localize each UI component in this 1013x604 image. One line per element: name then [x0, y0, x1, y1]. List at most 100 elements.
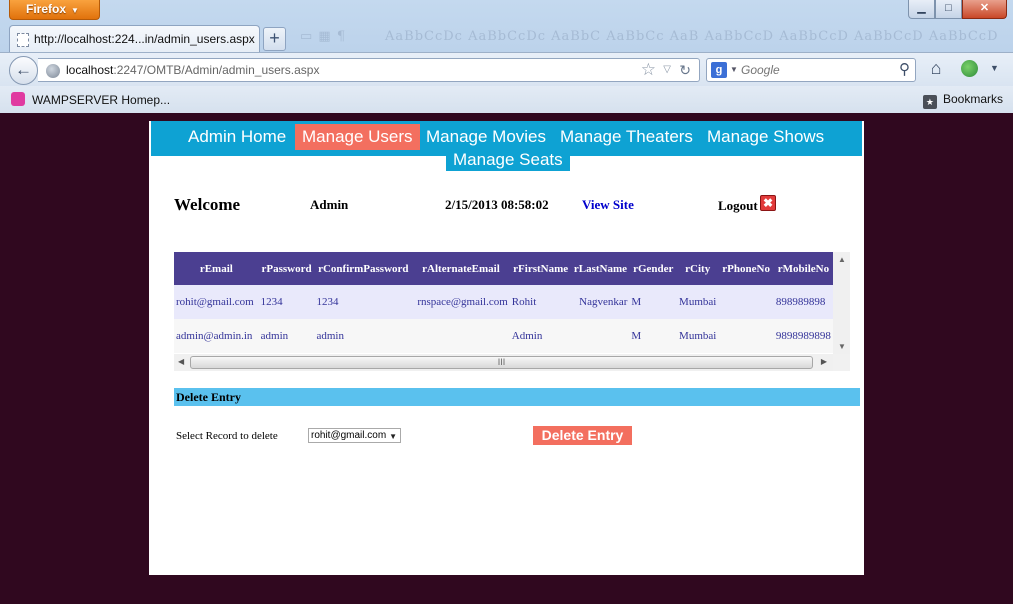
wampserver-icon [11, 92, 25, 106]
table-cell: admin [314, 319, 413, 353]
globe-icon [46, 64, 60, 78]
page-icon [17, 33, 29, 47]
record-select-dropdown[interactable]: rohit@gmail.com ▼ [308, 428, 401, 443]
url-path: :2247/OMTB/Admin/admin_users.aspx [113, 63, 320, 77]
column-header: rLastName [571, 252, 630, 285]
table-cell [571, 319, 630, 353]
menu-item-manage-shows[interactable]: Manage Shows [700, 124, 831, 150]
search-icon[interactable]: ⚲ [899, 60, 910, 78]
minimize-button[interactable]: ▁ [908, 0, 935, 19]
scrollbar-thumb[interactable]: III [190, 356, 813, 369]
bookmark-star-icon[interactable]: ☆ [641, 60, 656, 80]
new-tab-button[interactable]: + [263, 27, 286, 51]
horizontal-scrollbar[interactable]: ◀ III ▶ [174, 354, 833, 371]
logout-close-icon[interactable]: ✖ [760, 195, 776, 211]
logout-link[interactable]: Logout [718, 198, 758, 214]
url-text: localhost:2247/OMTB/Admin/admin_users.as… [66, 63, 319, 77]
username-text: Admin [310, 197, 349, 212]
back-button[interactable]: ← [9, 56, 38, 85]
page-viewport: Admin Home Manage Users Manage Movies Ma… [7, 114, 1006, 600]
column-header: rCity [677, 252, 719, 285]
close-window-button[interactable]: ✕ [962, 0, 1007, 19]
table-cell: 898989898 [773, 285, 833, 319]
table-cell [718, 285, 774, 319]
firefox-menu-label: Firefox [26, 2, 67, 16]
column-header: rFirstName [509, 252, 572, 285]
tab-strip: ▭ ▦ ¶ AaBbCcDc AaBbCcDc AaBbC AaBbCc AaB… [0, 22, 1013, 53]
table-cell: 9898989898 [773, 319, 833, 353]
table-cell: admin@admin.in [174, 319, 259, 353]
bookmarks-icon: ★ [922, 95, 937, 109]
menu-item-manage-users[interactable]: Manage Users [295, 124, 420, 150]
scroll-right-icon[interactable]: ▶ [821, 357, 827, 366]
background-glyph: ▭ ▦ ¶ [300, 29, 347, 44]
table-cell: Rohit [509, 285, 572, 319]
menu-item-admin-home[interactable]: Admin Home [181, 124, 293, 150]
window-controls: ▁ □ ✕ [908, 0, 1007, 19]
table-cell: admin [258, 319, 315, 353]
table-header-row: rEmail rPassword rConfirmPassword rAlter… [174, 252, 833, 285]
chevron-down-icon[interactable]: ▼ [990, 63, 999, 73]
history-dropdown-icon[interactable]: ▽ [663, 64, 671, 75]
bookmarks-menu-button[interactable]: ★ Bookmarks [922, 92, 1003, 109]
column-header: rMobileNo [773, 252, 833, 285]
navigation-bar: ← localhost:2247/OMTB/Admin/admin_users.… [0, 52, 1013, 86]
column-header: rEmail [174, 252, 259, 285]
browser-tab[interactable]: http://localhost:224...in/admin_users.as… [9, 25, 260, 53]
home-icon[interactable]: ⌂ [925, 58, 947, 80]
browser-chrome: Firefox ▼ ▁ □ ✕ ▭ ▦ ¶ AaBbCcDc AaBbCcDc A… [0, 0, 1013, 113]
table-cell: Mumbai [677, 319, 719, 353]
bookmarks-toolbar: WAMPSERVER Homep... ★ Bookmarks [0, 86, 1013, 113]
table-cell [718, 319, 774, 353]
delete-entry-button[interactable]: Delete Entry [533, 426, 632, 445]
column-header: rConfirmPassword [314, 252, 413, 285]
bookmark-label: WAMPSERVER Homep... [32, 93, 171, 107]
column-header: rGender [629, 252, 678, 285]
column-header: rPassword [258, 252, 315, 285]
view-site-link[interactable]: View Site [582, 197, 634, 213]
menu-item-manage-seats[interactable]: Manage Seats [446, 148, 570, 171]
table-cell: Nagvenkar [571, 285, 630, 319]
table-row[interactable]: admin@admin.in admin admin Admin M Mumba… [174, 319, 833, 353]
chevron-down-icon[interactable]: ▼ [730, 65, 738, 74]
scroll-left-icon[interactable]: ◀ [178, 357, 184, 366]
welcome-text: Welcome [174, 195, 241, 214]
maximize-button[interactable]: □ [935, 0, 962, 19]
users-table: rEmail rPassword rConfirmPassword rAlter… [174, 252, 833, 353]
bookmarks-label: Bookmarks [942, 92, 1003, 106]
menu-item-manage-movies[interactable]: Manage Movies [419, 124, 553, 150]
menu-item-manage-theaters[interactable]: Manage Theaters [553, 124, 700, 150]
scroll-up-icon[interactable]: ▲ [838, 255, 846, 264]
delete-section-title: Delete Entry [174, 388, 860, 406]
tab-title: http://localhost:224...in/admin_users.as… [34, 32, 255, 46]
vertical-scrollbar[interactable]: ▲ ▼ [833, 252, 850, 354]
table-cell: Mumbai [677, 285, 719, 319]
address-bar[interactable]: localhost:2247/OMTB/Admin/admin_users.as… [38, 58, 700, 82]
table-cell: Admin [509, 319, 572, 353]
addon-icon[interactable] [961, 60, 978, 77]
table-cell: 1234 [258, 285, 315, 319]
column-header: rAlternateEmail [412, 252, 510, 285]
chevron-down-icon: ▼ [71, 6, 79, 15]
table-row[interactable]: rohit@gmail.com 1234 1234 rnspace@gmail.… [174, 285, 833, 319]
url-host: localhost [66, 63, 114, 77]
firefox-menu-button[interactable]: Firefox ▼ [9, 0, 100, 20]
scroll-down-icon[interactable]: ▼ [838, 342, 846, 351]
column-header: rPhoneNo [718, 252, 774, 285]
users-grid-viewport: rEmail rPassword rConfirmPassword rAlter… [174, 252, 833, 354]
google-icon[interactable]: g [711, 62, 727, 78]
table-cell [412, 319, 510, 353]
table-cell: M [629, 285, 678, 319]
table-cell: rohit@gmail.com [174, 285, 259, 319]
background-glyph: AaBbCcDc AaBbCcDc AaBbC AaBbCc AaB AaBbC… [385, 29, 999, 44]
reload-icon[interactable]: ↻ [679, 62, 691, 79]
search-box[interactable]: g ▼ ⚲ [706, 58, 916, 82]
users-grid-container: rEmail rPassword rConfirmPassword rAlter… [174, 252, 850, 371]
chevron-down-icon[interactable]: ▼ [389, 432, 397, 441]
selected-record-value: rohit@gmail.com [311, 430, 387, 441]
datetime-text: 2/15/2013 08:58:02 [445, 197, 549, 212]
bookmark-item-wampserver[interactable]: WAMPSERVER Homep... [11, 92, 170, 107]
table-cell: M [629, 319, 678, 353]
table-cell: rnspace@gmail.com [412, 285, 510, 319]
search-input[interactable] [741, 62, 891, 78]
